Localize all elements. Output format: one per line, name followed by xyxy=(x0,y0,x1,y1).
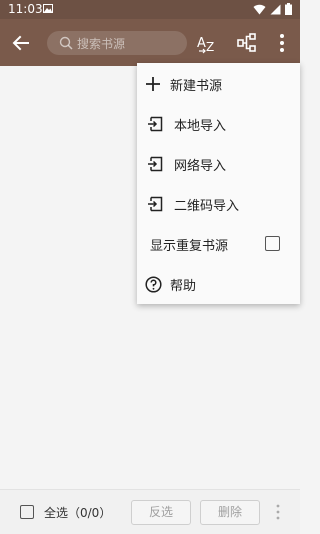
menu-item-import-qrcode[interactable]: 二维码导入 xyxy=(137,184,300,224)
overflow-menu: 新建书源 本地导入 网络导入 二维码导入 显示重复书源 帮助 xyxy=(137,63,300,304)
more-vert-icon[interactable] xyxy=(272,32,292,54)
search-placeholder: 搜索书源 xyxy=(77,37,126,51)
menu-item-new-source[interactable]: 新建书源 xyxy=(137,64,300,104)
import-icon xyxy=(148,116,163,132)
status-right-icons xyxy=(253,3,292,15)
import-icon xyxy=(148,196,163,212)
more-vert-icon[interactable] xyxy=(274,503,282,521)
wifi-icon xyxy=(253,4,266,14)
svg-text:A: A xyxy=(197,36,206,51)
import-icon xyxy=(148,156,163,172)
select-all-label[interactable]: 全选（0/0） xyxy=(44,504,111,521)
menu-item-import-online[interactable]: 网络导入 xyxy=(137,144,300,184)
menu-label-import-local: 本地导入 xyxy=(174,119,227,134)
menu-item-help[interactable]: 帮助 xyxy=(137,264,300,304)
menu-item-import-local[interactable]: 本地导入 xyxy=(137,104,300,144)
menu-label-import-online: 网络导入 xyxy=(174,159,227,174)
search-input[interactable]: 搜索书源 xyxy=(47,31,187,55)
bottom-action-bar: 全选（0/0） 反选 删除 xyxy=(0,489,300,534)
search-icon xyxy=(59,36,73,50)
arrow-back-icon[interactable] xyxy=(10,32,32,54)
add-icon xyxy=(146,77,160,91)
menu-label-new-source: 新建书源 xyxy=(170,79,223,94)
show-duplicates-checkbox[interactable] xyxy=(265,236,280,251)
menu-item-show-duplicates[interactable]: 显示重复书源 xyxy=(137,224,300,264)
app-bar: 搜索书源 A Z xyxy=(0,19,300,66)
status-time: 11:03 xyxy=(8,2,43,16)
help-icon xyxy=(145,276,162,293)
group-icon[interactable] xyxy=(236,32,258,54)
svg-text:Z: Z xyxy=(206,40,214,54)
menu-label-import-qrcode: 二维码导入 xyxy=(174,199,240,214)
delete-button[interactable]: 删除 xyxy=(200,500,260,525)
signal-icon xyxy=(270,4,281,14)
menu-label-show-duplicates: 显示重复书源 xyxy=(150,239,229,254)
select-all-checkbox[interactable] xyxy=(20,505,34,519)
status-bar: 11:03 xyxy=(0,0,300,19)
image-icon xyxy=(43,4,53,13)
sort-az-icon[interactable]: A Z xyxy=(196,31,218,55)
battery-icon xyxy=(285,3,292,15)
invert-selection-button[interactable]: 反选 xyxy=(131,500,191,525)
menu-label-help: 帮助 xyxy=(170,279,197,294)
